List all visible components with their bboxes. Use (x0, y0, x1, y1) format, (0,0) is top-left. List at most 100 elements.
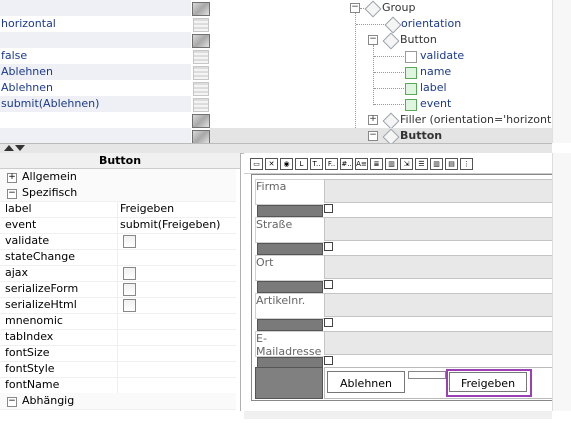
property-row[interactable]: label Freigeben (0, 201, 236, 218)
value-cell[interactable]: submit(Ablehnen) (0, 96, 191, 112)
list-icon[interactable]: ☰ (415, 158, 428, 170)
empty-cell-placeholder[interactable] (257, 243, 323, 255)
property-row[interactable]: serializeHtml (0, 297, 236, 314)
tree-item-button[interactable]: Button (400, 32, 437, 48)
date-field-icon[interactable]: F.. (325, 158, 338, 170)
property-row[interactable]: ajax (0, 265, 236, 282)
text-editor-icon[interactable] (193, 98, 209, 112)
image-picker-icon[interactable] (192, 114, 210, 128)
tree-item-filler[interactable]: Filler (orientation='horizontal' s (400, 112, 552, 128)
image-icon[interactable]: A≡ (355, 158, 368, 170)
number-field-icon[interactable]: #.. (340, 158, 353, 170)
value-cell[interactable] (0, 112, 191, 128)
property-section[interactable]: + Allgemein (0, 169, 236, 186)
text-input[interactable] (324, 331, 556, 355)
empty-cell-placeholder[interactable] (255, 367, 323, 399)
rows-icon[interactable]: ▤ (445, 158, 458, 170)
property-section[interactable]: − Spezifisch (0, 185, 236, 202)
group-collapse-toggle[interactable]: − (350, 3, 360, 13)
button-collapse-toggle[interactable]: − (368, 35, 378, 45)
designer-vertical-scrollbar[interactable] (552, 153, 571, 411)
empty-cell-placeholder[interactable] (257, 281, 323, 293)
text-input[interactable] (324, 179, 556, 203)
radio-icon[interactable]: ◉ (280, 158, 293, 170)
filler-expand-toggle[interactable]: + (368, 115, 378, 125)
columns-icon[interactable]: ▥ (430, 158, 443, 170)
text-editor-icon[interactable] (193, 82, 209, 96)
tree-item-validate[interactable]: validate (420, 48, 464, 64)
expand-icon[interactable]: + (7, 173, 17, 183)
property-row[interactable]: fontSize (0, 345, 236, 362)
property-row[interactable]: event submit(Freigeben) (0, 217, 236, 234)
property-row[interactable]: mnenomic (0, 313, 236, 330)
tree-item-button-selected[interactable]: Button (400, 128, 442, 143)
grid-icon[interactable]: ▥ (385, 158, 398, 170)
field-label[interactable]: Firma (255, 179, 324, 205)
approve-button[interactable]: Freigeben (449, 372, 527, 392)
value-cell[interactable] (0, 0, 191, 16)
tree-item-group[interactable]: Group (382, 0, 416, 16)
property-row[interactable]: fontStyle (0, 361, 236, 378)
image-picker-icon[interactable] (192, 130, 210, 143)
value-cell[interactable]: false (0, 48, 191, 64)
field-label[interactable]: Artikelnr. (255, 293, 324, 319)
tree-item-event[interactable]: event (420, 96, 451, 112)
checkbox-icon[interactable]: ✕ (265, 158, 278, 170)
button-selected-collapse-toggle[interactable]: − (368, 131, 378, 141)
designer-horizontal-scrollbar[interactable] (244, 411, 552, 419)
value-cell[interactable]: Ablehnen (0, 80, 191, 96)
value-cell[interactable]: horizontal (0, 16, 191, 32)
image-picker-icon[interactable] (192, 2, 210, 16)
property-checkbox[interactable] (123, 299, 136, 312)
empty-cell-placeholder[interactable] (257, 205, 323, 217)
value-cell[interactable] (0, 128, 191, 143)
tree-vertical-scrollbar[interactable] (552, 0, 571, 143)
group-node-icon (364, 0, 382, 18)
tree-item-name[interactable]: name (420, 64, 451, 80)
text-editor-icon[interactable] (193, 66, 209, 80)
label-icon[interactable]: L (295, 158, 308, 170)
field-checkbox[interactable] (324, 242, 333, 251)
property-checkbox[interactable] (123, 235, 136, 248)
collapse-icon[interactable]: − (7, 189, 17, 199)
button-icon[interactable]: ⇲ (400, 158, 413, 170)
value-cell[interactable]: Ablehnen (0, 64, 191, 80)
property-row[interactable]: serializeForm (0, 281, 236, 298)
property-row[interactable]: tabIndex (0, 329, 236, 346)
field-checkbox[interactable] (324, 318, 333, 327)
property-row[interactable]: fontName (0, 377, 236, 394)
table-icon[interactable]: ≣ (370, 158, 383, 170)
text-input[interactable] (324, 293, 556, 317)
property-section[interactable]: − Abhängig (0, 393, 236, 410)
field-checkbox[interactable] (324, 204, 333, 213)
tree-icon[interactable]: ⋮ (460, 158, 473, 170)
filler-element[interactable] (408, 371, 446, 379)
empty-cell-placeholder[interactable] (257, 319, 323, 331)
collapse-icon[interactable]: − (7, 397, 17, 407)
form-canvas[interactable]: Firma Straße Ort Artikelnr. E-Mailadresse Ab… (251, 174, 558, 401)
field-label[interactable]: Straße (255, 217, 324, 243)
field-checkbox[interactable] (324, 356, 333, 365)
text-input[interactable] (324, 255, 556, 279)
tree-item-label-attr[interactable]: label (420, 80, 447, 96)
textarea-icon[interactable]: T.. (310, 158, 323, 170)
property-row[interactable]: stateChange (0, 249, 236, 266)
textfield-icon[interactable]: ▭ (250, 158, 263, 170)
property-value[interactable]: submit(Freigeben) (120, 217, 220, 233)
image-picker-icon[interactable] (192, 34, 210, 48)
text-input[interactable] (324, 217, 556, 241)
field-label[interactable]: Ort (255, 255, 324, 281)
text-editor-icon[interactable] (193, 18, 209, 32)
collapse-up-icon[interactable] (4, 145, 14, 151)
property-checkbox[interactable] (123, 267, 136, 280)
property-checkbox[interactable] (123, 283, 136, 296)
tree-item-orientation[interactable]: orientation (401, 16, 461, 32)
property-value[interactable]: Freigeben (120, 201, 174, 217)
field-label[interactable]: E-Mailadresse (255, 331, 324, 358)
text-editor-icon[interactable] (193, 50, 209, 64)
value-cell[interactable] (0, 32, 191, 48)
property-row[interactable]: validate (0, 233, 236, 250)
reject-button[interactable]: Ablehnen (327, 371, 405, 393)
field-checkbox[interactable] (324, 280, 333, 289)
collapse-down-icon[interactable] (15, 145, 25, 151)
